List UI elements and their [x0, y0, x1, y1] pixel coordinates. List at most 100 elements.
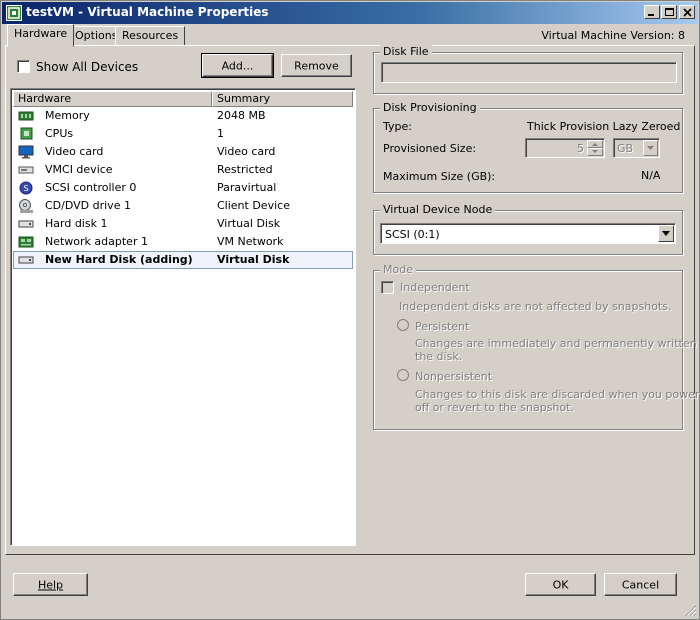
persistent-label: Persistent — [415, 320, 470, 333]
add-button[interactable]: Add... — [201, 53, 274, 78]
close-button[interactable] — [679, 5, 695, 19]
cd-icon — [19, 199, 33, 213]
chevron-down-icon[interactable] — [643, 140, 658, 156]
virtual-device-node-title: Virtual Device Node — [380, 203, 496, 216]
type-value: Thick Provision Lazy Zeroed — [527, 120, 681, 133]
column-header-hardware[interactable]: Hardware — [13, 91, 212, 107]
list-item-cd-dvd-drive[interactable]: CD/DVD drive 1 Client Device — [13, 197, 353, 215]
row-name: Network adapter 1 — [45, 235, 148, 248]
virtual-device-node-value: SCSI (0:1) — [385, 228, 440, 241]
nonpersistent-description-line-1: Changes to this disk are discarded when … — [415, 388, 700, 401]
disk-provisioning-title: Disk Provisioning — [380, 101, 480, 114]
list-item-cpus[interactable]: CPUs 1 — [13, 125, 353, 143]
list-item-hard-disk-1[interactable]: Hard disk 1 Virtual Disk — [13, 215, 353, 233]
list-item-network-adapter[interactable]: Network adapter 1 VM Network — [13, 233, 353, 251]
vm-properties-window: testVM - Virtual Machine Properties Hard… — [0, 0, 700, 620]
row-summary: Client Device — [217, 199, 290, 212]
row-name: Hard disk 1 — [45, 217, 108, 230]
maximize-button[interactable] — [661, 5, 677, 19]
row-summary: Video card — [217, 145, 276, 158]
provisioned-size-label: Provisioned Size: — [383, 142, 477, 155]
ok-button[interactable]: OK — [525, 573, 596, 596]
row-summary: Virtual Disk — [217, 253, 290, 266]
nonpersistent-label: Nonpersistent — [415, 370, 493, 383]
minimize-button[interactable] — [644, 5, 660, 19]
device-icon — [18, 166, 34, 174]
list-item-scsi-controller[interactable]: S SCSI controller 0 Paravirtual — [13, 179, 353, 197]
provisioned-size-value: 5 — [577, 142, 584, 155]
scsi-icon: S — [19, 181, 33, 195]
show-all-devices-label: Show All Devices — [36, 60, 139, 74]
harddisk-icon — [18, 220, 34, 228]
row-name: VMCI device — [45, 163, 113, 176]
row-summary: Virtual Disk — [217, 217, 281, 230]
nonpersistent-description-line-2: off or revert to the snapshot. — [415, 401, 574, 414]
ok-button-label: OK — [552, 578, 569, 591]
nonpersistent-radio[interactable] — [397, 369, 409, 381]
row-name: New Hard Disk (adding) — [45, 253, 193, 266]
hardware-list[interactable]: Hardware Summary Memory 2048 MB CPUs 1 V… — [10, 88, 356, 546]
remove-button[interactable]: Remove — [281, 54, 352, 77]
remove-button-label: Remove — [294, 59, 339, 72]
row-summary: 2048 MB — [217, 109, 266, 122]
svg-text:S: S — [23, 184, 28, 193]
max-size-label: Maximum Size (GB): — [383, 170, 496, 183]
mode-title: Mode — [380, 263, 416, 276]
title-bar[interactable]: testVM - Virtual Machine Properties — [2, 2, 698, 24]
vm-app-icon — [6, 5, 22, 21]
independent-checkbox[interactable] — [381, 281, 394, 294]
provisioned-size-spinner[interactable]: 5 — [525, 138, 605, 158]
tab-label: Resources — [122, 29, 179, 42]
show-all-devices-checkbox[interactable] — [17, 60, 30, 73]
cancel-button[interactable]: Cancel — [604, 573, 677, 596]
max-size-value: N/A — [641, 169, 661, 182]
row-name: Memory — [45, 109, 90, 122]
list-item-new-hard-disk[interactable]: New Hard Disk (adding) Virtual Disk — [13, 251, 353, 269]
tab-label: Hardware — [14, 27, 68, 40]
resize-grip-icon[interactable] — [685, 605, 697, 617]
disk-file-title: Disk File — [380, 45, 432, 58]
row-summary: 1 — [217, 127, 224, 140]
virtual-device-node-dropdown[interactable]: SCSI (0:1) — [380, 223, 676, 244]
monitor-icon — [18, 145, 34, 159]
row-name: Video card — [45, 145, 104, 158]
harddisk-icon — [18, 256, 34, 264]
type-label: Type: — [383, 120, 412, 133]
memory-icon — [18, 111, 34, 121]
tab-hardware[interactable]: Hardware — [7, 24, 75, 47]
cpu-icon — [20, 127, 33, 140]
independent-label: Independent — [400, 281, 470, 294]
network-icon — [18, 236, 34, 248]
cancel-button-label: Cancel — [621, 578, 660, 591]
persistent-description-line-2: the disk. — [415, 350, 463, 363]
independent-description: Independent disks are not affected by sn… — [399, 300, 672, 313]
row-name: CD/DVD drive 1 — [45, 199, 131, 212]
tab-label: Options — [75, 29, 118, 42]
row-name: CPUs — [45, 127, 74, 140]
disk-file-input[interactable] — [381, 62, 677, 83]
list-item-video-card[interactable]: Video card Video card — [13, 143, 353, 161]
spinner-up-arrow-icon[interactable] — [587, 140, 603, 148]
help-button[interactable]: Help — [13, 573, 88, 596]
chevron-down-icon[interactable] — [658, 225, 674, 242]
persistent-radio[interactable] — [397, 319, 409, 331]
column-header-summary[interactable]: Summary — [212, 91, 353, 107]
size-unit-dropdown[interactable]: GB — [613, 138, 660, 158]
maximize-icon — [665, 8, 674, 16]
tab-resources[interactable]: Resources — [115, 26, 186, 46]
close-icon — [683, 8, 692, 17]
size-unit-value: GB — [617, 142, 634, 155]
list-item-memory[interactable]: Memory 2048 MB — [13, 107, 353, 125]
list-item-vmci-device[interactable]: VMCI device Restricted — [13, 161, 353, 179]
spinner-down-arrow-icon[interactable] — [587, 148, 603, 156]
add-button-label: Add... — [221, 59, 254, 72]
vm-version-label: Virtual Machine Version: 8 — [541, 29, 685, 42]
persistent-description-line-1: Changes are immediately and permanently … — [415, 337, 700, 350]
row-summary: Paravirtual — [217, 181, 277, 194]
help-button-label: Help — [37, 578, 64, 591]
window-title: testVM - Virtual Machine Properties — [26, 5, 269, 19]
row-summary: VM Network — [217, 235, 284, 248]
minimize-icon — [648, 14, 654, 16]
row-name: SCSI controller 0 — [45, 181, 137, 194]
row-summary: Restricted — [217, 163, 273, 176]
